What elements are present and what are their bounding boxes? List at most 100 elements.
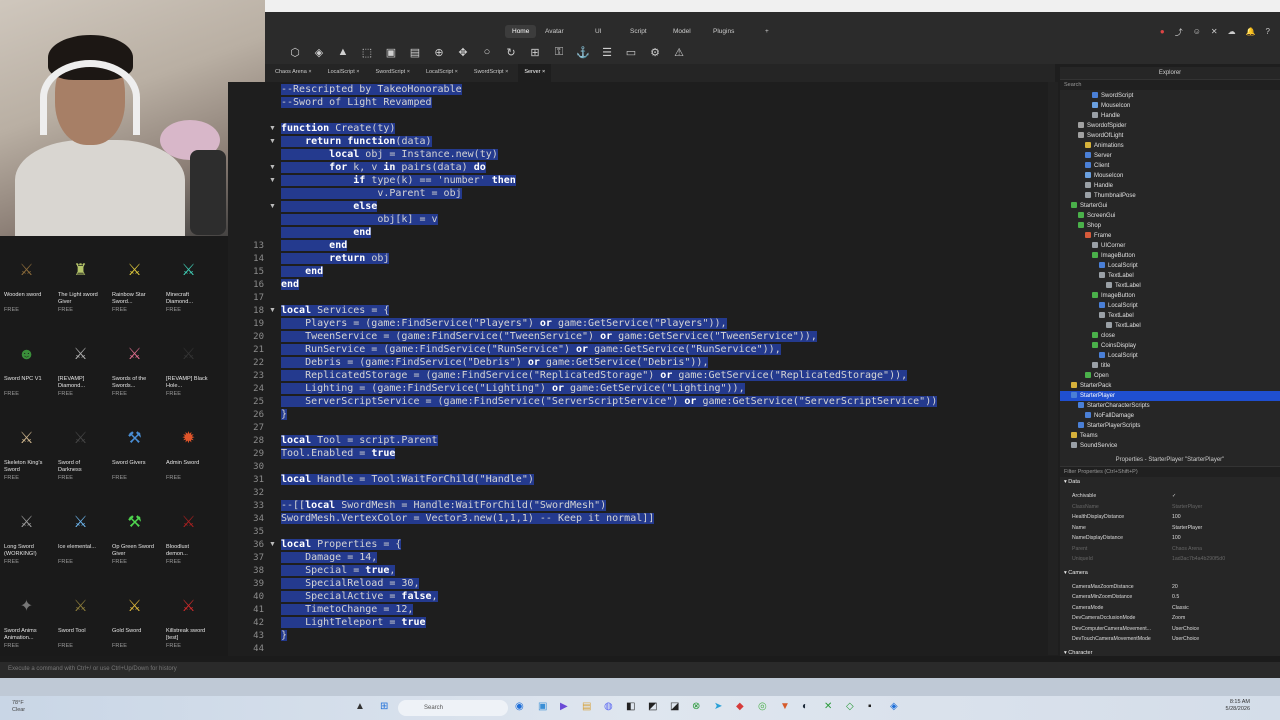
transform-icon[interactable]: ⊞ (527, 46, 543, 59)
code-line[interactable]: end (281, 240, 348, 251)
property-row[interactable]: CameraMinZoomDistance 0.5 (1060, 592, 1280, 603)
explorer-node[interactable]: TextLabel (1099, 271, 1134, 281)
explorer-node[interactable]: Animations (1085, 141, 1124, 151)
properties-filter[interactable]: Filter Properties (Ctrl+Shift+P) (1060, 467, 1280, 477)
telegram-icon[interactable]: ➤ (714, 701, 722, 712)
model-icon[interactable]: ◈ (311, 46, 327, 59)
chrome-icon[interactable]: ◎ (758, 701, 767, 712)
fold-icon[interactable]: ▼ (269, 541, 276, 548)
document-tab[interactable]: Server × (518, 64, 552, 82)
code-line[interactable]: TimetoChange = 12, (281, 604, 414, 615)
code-line[interactable]: SwordMesh.VertexColor = Vector3.new(1,1,… (281, 513, 655, 524)
code-line[interactable]: ReplicatedStorage = (game:FindService("R… (281, 370, 908, 381)
property-value[interactable]: 0.5 (1172, 592, 1179, 603)
record-icon[interactable]: ● (1160, 27, 1165, 38)
command-bar[interactable]: Execute a command with Ctrl+/ or use Ctr… (0, 662, 1280, 678)
app7-icon[interactable]: ◈ (890, 701, 898, 712)
property-category[interactable]: ▾ Data (1064, 479, 1080, 485)
explorer-node[interactable]: UICorner (1092, 241, 1125, 251)
toolbox-item[interactable]: ♜ The Light sword Giver FREE (58, 248, 103, 332)
code-line[interactable]: --Sword of Light Revamped (281, 97, 432, 108)
code-line[interactable]: TweenService = (game:FindService("TweenS… (281, 331, 817, 342)
code-line[interactable]: SpecialActive = false, (281, 591, 438, 602)
property-value[interactable]: 20 (1172, 582, 1178, 593)
toolbox-item[interactable]: ⚔ [REVAMP] Diamond... FREE (58, 332, 103, 416)
toolbox-item[interactable]: ⚔ Minecraft Diamond... FREE (166, 248, 211, 332)
code-line[interactable]: Damage = 14, (281, 552, 378, 563)
explorer-node[interactable]: Server (1085, 151, 1112, 161)
explorer-node[interactable]: Frame (1085, 231, 1111, 241)
rotate-icon[interactable]: ↻ (503, 46, 519, 59)
code-line[interactable]: local Services = { (281, 305, 390, 316)
explorer-node[interactable]: ImageButton (1092, 291, 1135, 301)
explorer-node[interactable]: StarterPlayer (1060, 391, 1280, 401)
toolbox-item[interactable]: ⚔ Rainbow Star Sword... FREE (112, 248, 157, 332)
terminal-icon[interactable]: ▶ (560, 701, 568, 712)
toolbox-item[interactable]: ⚔ Swords of the Swords... FREE (112, 332, 157, 416)
brave-icon[interactable]: ▼ (780, 701, 790, 712)
code-line[interactable]: return obj (281, 253, 390, 264)
fold-icon[interactable]: ▼ (269, 177, 276, 184)
ribbon-tab-home[interactable]: Home (505, 25, 537, 38)
close-icon[interactable]: × (453, 69, 458, 75)
explorer-node[interactable]: LocalScript (1099, 351, 1138, 361)
steam-icon[interactable]: ◐ (802, 701, 808, 712)
folder-icon[interactable]: ▣ (538, 701, 547, 712)
taskbar-search[interactable]: Search (398, 700, 508, 716)
document-tab[interactable]: LocalScript × (420, 64, 464, 82)
code-line[interactable]: } (281, 630, 288, 641)
explorer-node[interactable]: SwordOfLight (1078, 131, 1123, 141)
help-icon[interactable]: ? (1266, 27, 1270, 38)
property-row[interactable]: HealthDisplayDistance 100 (1060, 512, 1280, 523)
document-tab[interactable]: SwordScript × (468, 64, 514, 82)
property-row[interactable]: UniqueId 1ad3ac7b4a4b290f5d0 (1060, 554, 1280, 565)
ribbon-tab-plugins[interactable]: Plugins (713, 28, 734, 35)
property-value[interactable]: Chaos Arena (1172, 544, 1202, 555)
property-row[interactable]: DevTouchCameraMovementMode UserChoice (1060, 634, 1280, 645)
explorer-node[interactable]: TextLabel (1099, 311, 1134, 321)
files-icon[interactable]: ▤ (582, 701, 591, 712)
explorer-node[interactable]: TextLabel (1106, 281, 1141, 291)
toolbox-item[interactable]: ⚒ Op Green Sword Giver FREE (112, 500, 157, 584)
explorer-node[interactable]: NoFallDamage (1085, 411, 1134, 421)
property-row[interactable]: CameraMode Classic (1060, 603, 1280, 614)
toolbox-item[interactable]: ⚔ Bloodlust demon... FREE (166, 500, 211, 584)
script-editor[interactable]: 13 14 15 16 17 18 19 20 21 22 23 24 25 26 27 28 29 30 31 32… (228, 82, 1055, 655)
part-icon[interactable]: ⬚ (359, 46, 375, 59)
property-value[interactable]: Classic (1172, 603, 1189, 614)
code-line[interactable]: Lighting = (game:FindService("Lighting")… (281, 383, 745, 394)
toolbox-item[interactable]: ⚔ Skeleton King's Sword FREE (4, 416, 49, 500)
explorer-node[interactable]: LocalScript (1099, 301, 1138, 311)
code-line[interactable]: return function(data) (281, 136, 432, 147)
people-icon[interactable]: ☺ (1193, 27, 1201, 38)
scale-icon[interactable]: ○ (479, 46, 495, 59)
explorer-node[interactable]: Open (1085, 371, 1109, 381)
property-value[interactable]: UserChoice (1172, 624, 1199, 635)
explorer-node[interactable]: StarterCharacterScripts (1078, 401, 1150, 411)
explorer-node[interactable]: StarterPlayerScripts (1078, 421, 1140, 431)
toolbox-item[interactable]: ⚒ Sword Givers FREE (112, 416, 157, 500)
code-line[interactable]: obj[k] = v (281, 214, 438, 225)
app4-icon[interactable]: ✕ (824, 701, 832, 712)
lock-icon[interactable]: ⚿ (551, 46, 567, 59)
start-icon[interactable]: ▲ (355, 701, 365, 712)
explorer-node[interactable]: SwordScript (1092, 91, 1133, 101)
window-icon[interactable]: ▭ (623, 46, 639, 59)
explorer-node[interactable]: Shop (1078, 221, 1101, 231)
list-icon[interactable]: ☰ (599, 46, 615, 59)
property-value[interactable]: 1ad3ac7b4a4b290f5d0 (1172, 554, 1225, 565)
cube-icon[interactable]: ⬡ (287, 46, 303, 59)
code-line[interactable]: local Tool = script.Parent (281, 435, 438, 446)
windows-icon[interactable]: ⊞ (380, 701, 388, 712)
cloud-icon[interactable]: ☁ (1228, 27, 1236, 38)
property-value[interactable]: Zoom (1172, 613, 1185, 624)
explorer-node[interactable]: StarterGui (1071, 201, 1107, 211)
code-line[interactable]: SpecialReload = 30, (281, 578, 420, 589)
code-line[interactable]: --Rescripted by TakeoHonorable (281, 84, 462, 95)
ribbon-tab-ui[interactable]: UI (595, 28, 602, 35)
explorer-node[interactable]: ImageButton (1092, 251, 1135, 261)
explorer-node[interactable]: MouseIcon (1085, 171, 1123, 181)
explorer-search[interactable]: Search (1060, 80, 1280, 90)
close-icon[interactable]: × (405, 69, 410, 75)
explorer-node[interactable]: Teams (1071, 431, 1098, 441)
